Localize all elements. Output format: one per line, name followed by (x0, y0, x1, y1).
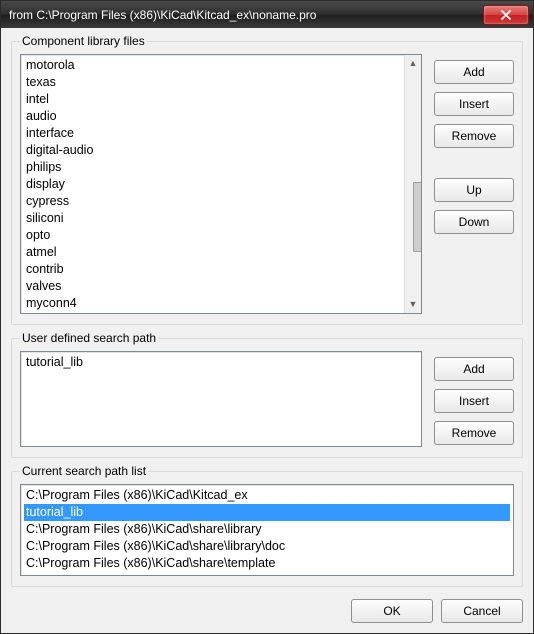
close-icon (501, 10, 511, 20)
add-button[interactable]: Add (434, 60, 514, 84)
remove-button[interactable]: Remove (434, 124, 514, 148)
list-item[interactable]: C:\Program Files (x86)\KiCad\Kitcad_ex (24, 487, 510, 504)
list-item[interactable]: audio (24, 108, 418, 125)
add-button[interactable]: Add (434, 357, 514, 381)
scroll-up-icon[interactable]: ▲ (405, 55, 422, 72)
down-button[interactable]: Down (434, 210, 514, 234)
user-search-legend: User defined search path (20, 331, 158, 345)
user-search-buttons: Add Insert Remove (434, 351, 514, 445)
component-library-listbox[interactable]: motorolatexasintelaudiointerfacedigital-… (20, 54, 422, 314)
scrollbar[interactable]: ▲ ▼ (404, 55, 421, 313)
up-button[interactable]: Up (434, 178, 514, 202)
list-item[interactable]: myconn4 (24, 295, 418, 312)
current-path-group: Current search path list C:\Program File… (11, 464, 523, 587)
list-item[interactable]: display (24, 176, 418, 193)
scroll-down-icon[interactable]: ▼ (405, 296, 422, 313)
list-item[interactable]: tutorial_lib (24, 354, 418, 371)
list-item[interactable]: motorola (24, 57, 418, 74)
component-buttons: Add Insert Remove Up Down (434, 54, 514, 234)
list-item[interactable]: tutorial_lib (24, 504, 510, 521)
remove-button[interactable]: Remove (434, 421, 514, 445)
titlebar: from C:\Program Files (x86)\KiCad\Kitcad… (1, 1, 533, 28)
list-item[interactable]: cypress (24, 193, 418, 210)
list-item[interactable]: contrib (24, 261, 418, 278)
cancel-button[interactable]: Cancel (441, 599, 523, 623)
scroll-thumb[interactable] (413, 182, 422, 252)
current-path-listbox[interactable]: C:\Program Files (x86)\KiCad\Kitcad_extu… (20, 484, 514, 576)
list-item[interactable]: valves (24, 278, 418, 295)
insert-button[interactable]: Insert (434, 389, 514, 413)
list-item[interactable]: interface (24, 125, 418, 142)
list-item[interactable]: philips (24, 159, 418, 176)
list-item[interactable]: intel (24, 91, 418, 108)
dialog-window: from C:\Program Files (x86)\KiCad\Kitcad… (0, 0, 534, 634)
ok-button[interactable]: OK (351, 599, 433, 623)
list-item[interactable]: C:\Program Files (x86)\KiCad\share\libra… (24, 521, 510, 538)
footer-buttons: OK Cancel (11, 593, 523, 623)
list-item[interactable]: texas (24, 74, 418, 91)
component-library-group: Component library files motorolatexasint… (11, 34, 523, 325)
close-button[interactable] (483, 5, 529, 25)
list-item[interactable]: C:\Program Files (x86)\KiCad\share\libra… (24, 538, 510, 555)
component-library-legend: Component library files (20, 34, 147, 48)
insert-button[interactable]: Insert (434, 92, 514, 116)
list-item[interactable]: opto (24, 227, 418, 244)
list-item[interactable]: digital-audio (24, 142, 418, 159)
list-item[interactable]: atmel (24, 244, 418, 261)
list-item[interactable]: siliconi (24, 210, 418, 227)
current-path-legend: Current search path list (20, 464, 148, 478)
user-search-group: User defined search path tutorial_lib Ad… (11, 331, 523, 458)
window-title: from C:\Program Files (x86)\KiCad\Kitcad… (9, 8, 483, 22)
user-search-listbox[interactable]: tutorial_lib (20, 351, 422, 447)
client-area: Component library files motorolatexasint… (1, 28, 533, 633)
list-item[interactable]: C:\Program Files (x86)\KiCad\share\templ… (24, 555, 510, 572)
